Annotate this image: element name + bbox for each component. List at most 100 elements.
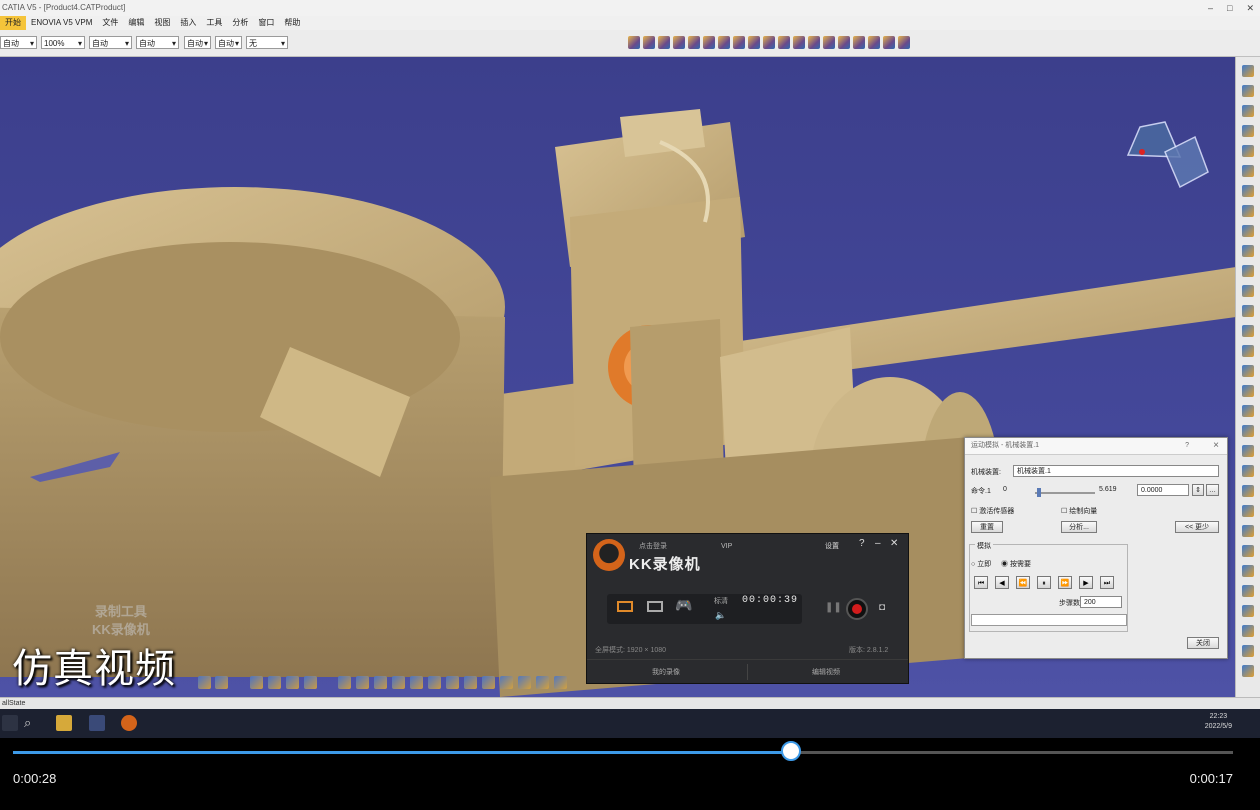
tab-my-videos[interactable]: 我的录像 (652, 667, 680, 677)
tool-icon[interactable] (1242, 545, 1254, 557)
help-icon[interactable]: ? (859, 538, 865, 549)
search-icon[interactable]: ⌕ (24, 715, 40, 731)
mechanism-select[interactable]: 机械装置.1 (1013, 465, 1219, 477)
tool-icon[interactable] (1242, 405, 1254, 417)
activate-sensors-checkbox[interactable]: ☐ 激活传感器 (971, 506, 1014, 516)
step-backward-button[interactable]: ⏪ (1016, 576, 1030, 589)
close-icon[interactable]: × (1213, 438, 1219, 454)
minimize-icon[interactable]: – (875, 538, 881, 549)
tool-icon[interactable] (1242, 325, 1254, 337)
tool-icon[interactable] (1242, 485, 1254, 497)
tool-icon[interactable] (703, 36, 715, 49)
tool-icon[interactable] (673, 36, 685, 49)
tool-icon[interactable] (446, 676, 459, 689)
menu-tools[interactable]: 工具 (201, 16, 227, 30)
tool-icon[interactable] (733, 36, 745, 49)
tool-icon[interactable] (898, 36, 910, 49)
tool-icon[interactable] (1242, 385, 1254, 397)
command-slider-thumb[interactable] (1037, 488, 1041, 497)
help-icon[interactable]: ? (1185, 438, 1189, 454)
tool-icon[interactable] (778, 36, 790, 49)
quality-label[interactable]: 标清 (714, 596, 728, 606)
camera-icon[interactable]: ◘ (879, 602, 885, 613)
value-spinner[interactable]: ⇕ (1192, 484, 1204, 496)
menu-start[interactable]: 开始 (0, 16, 26, 30)
tool-icon[interactable] (338, 676, 351, 689)
tool-icon[interactable] (823, 36, 835, 49)
tool-icon[interactable] (1242, 625, 1254, 637)
tool-icon[interactable] (1242, 265, 1254, 277)
tool-icon[interactable] (748, 36, 760, 49)
command-slider-track[interactable] (1035, 492, 1095, 494)
plot-vectors-checkbox[interactable]: ☐ 绘制向量 (1061, 506, 1097, 516)
seek-bar[interactable] (13, 741, 1233, 761)
explorer-icon[interactable] (56, 715, 72, 731)
combo-3[interactable]: 自动 (89, 36, 132, 50)
combo-1[interactable]: 自动 (0, 36, 37, 50)
game-mode-icon[interactable]: 🎮 (675, 597, 692, 614)
menu-insert[interactable]: 插入 (175, 16, 201, 30)
pause-record-icon[interactable]: ❚❚ (825, 602, 842, 613)
pause-button[interactable]: ⏸ (1037, 576, 1051, 589)
tool-icon[interactable] (374, 676, 387, 689)
tool-icon[interactable] (1242, 425, 1254, 437)
tool-icon[interactable] (1242, 185, 1254, 197)
tool-icon[interactable] (1242, 565, 1254, 577)
tool-icon[interactable] (554, 676, 567, 689)
vip-badge[interactable]: VIP (721, 543, 732, 550)
minimize-icon[interactable]: – (1208, 0, 1213, 16)
tool-icon[interactable] (1242, 125, 1254, 137)
compass-icon[interactable] (1126, 121, 1209, 189)
tool-icon[interactable] (428, 676, 441, 689)
immediate-radio[interactable]: ○ 立即 (971, 559, 991, 569)
step-forward-button[interactable]: ⏩ (1058, 576, 1072, 589)
menu-analyze[interactable]: 分析 (227, 16, 253, 30)
play-forward-button[interactable]: ▶ (1079, 576, 1093, 589)
play-backward-button[interactable]: ◀ (995, 576, 1009, 589)
combo-5[interactable]: 自动 (184, 36, 211, 50)
tool-icon[interactable] (198, 676, 211, 689)
tab-edit-video[interactable]: 编辑视频 (812, 667, 840, 677)
tool-icon[interactable] (1242, 645, 1254, 657)
tool-icon[interactable] (1242, 65, 1254, 77)
tool-icon[interactable] (1242, 285, 1254, 297)
tool-icon[interactable] (643, 36, 655, 49)
tool-icon[interactable] (536, 676, 549, 689)
tool-icon[interactable] (1242, 445, 1254, 457)
tool-icon[interactable] (718, 36, 730, 49)
close-button[interactable]: 关闭 (1187, 637, 1219, 649)
tool-icon[interactable] (628, 36, 640, 49)
region-mode-icon[interactable] (647, 601, 663, 612)
tool-icon[interactable] (1242, 165, 1254, 177)
combo-4[interactable]: 自动 (136, 36, 179, 50)
tool-icon[interactable] (1242, 205, 1254, 217)
tool-icon[interactable] (1242, 585, 1254, 597)
tool-icon[interactable] (838, 36, 850, 49)
reset-button[interactable]: 重置 (971, 521, 1003, 533)
on-request-radio[interactable]: ◉ 按需要 (1001, 559, 1031, 569)
start-icon[interactable] (2, 715, 18, 731)
analysis-button[interactable]: 分析... (1061, 521, 1097, 533)
tool-icon[interactable] (1242, 105, 1254, 117)
tool-icon[interactable] (688, 36, 700, 49)
tool-icon[interactable] (883, 36, 895, 49)
menu-file[interactable]: 文件 (97, 16, 123, 30)
tool-icon[interactable] (1242, 345, 1254, 357)
tool-icon[interactable] (286, 676, 299, 689)
tool-icon[interactable] (1242, 225, 1254, 237)
tool-icon[interactable] (1242, 665, 1254, 677)
tool-icon[interactable] (518, 676, 531, 689)
fullscreen-mode-icon[interactable] (617, 601, 633, 612)
maximize-icon[interactable]: □ (1227, 0, 1232, 16)
combo-7[interactable]: 无 (246, 36, 288, 50)
tool-icon[interactable] (763, 36, 775, 49)
close-icon[interactable]: ✕ (1246, 0, 1254, 16)
tool-icon[interactable] (1242, 305, 1254, 317)
settings-link[interactable]: 设置 (825, 541, 839, 551)
tool-icon[interactable] (1242, 245, 1254, 257)
jump-start-button[interactable]: ⏮ (974, 576, 988, 589)
close-icon[interactable]: ✕ (890, 538, 898, 549)
menu-window[interactable]: 窗口 (253, 16, 279, 30)
tool-icon[interactable] (1242, 365, 1254, 377)
menu-enovia[interactable]: ENOVIA V5 VPM (26, 16, 97, 30)
